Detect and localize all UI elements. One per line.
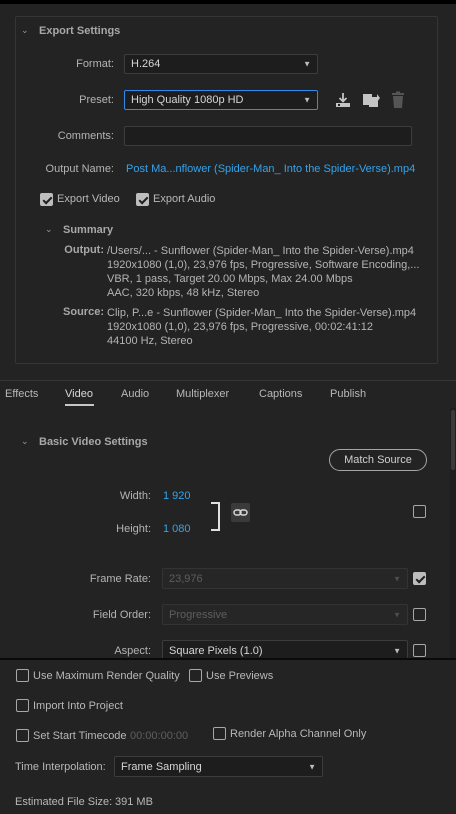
chevron-down-icon: ▼ bbox=[308, 762, 316, 771]
height-value[interactable]: 1 080 bbox=[163, 523, 191, 535]
chevron-down-icon: ▼ bbox=[303, 95, 311, 105]
output-name-link[interactable]: Post Ma...nflower (Spider-Man_ Into the … bbox=[126, 163, 415, 175]
estimated-file-size-label: Estimated File Size: bbox=[15, 796, 113, 808]
source-line: Clip, P...e - Sunflower (Spider-Man_ Int… bbox=[107, 307, 417, 319]
format-label: Format: bbox=[76, 58, 114, 70]
preset-label: Preset: bbox=[79, 94, 114, 106]
width-label: Width: bbox=[119, 490, 151, 502]
frame-rate-value: 23,976 bbox=[169, 572, 203, 585]
tab-publish[interactable]: Publish bbox=[330, 388, 366, 400]
aspect-label: Aspect: bbox=[114, 645, 151, 657]
render-alpha-checkbox[interactable] bbox=[213, 727, 226, 740]
active-tab-indicator bbox=[65, 404, 94, 406]
source-line: 1920x1080 (1,0), 23,976 fps, Progressive… bbox=[107, 321, 374, 333]
link-icon bbox=[233, 509, 248, 516]
chevron-down-icon[interactable]: ⌄ bbox=[45, 224, 53, 235]
scrollbar-thumb[interactable] bbox=[451, 410, 455, 470]
preset-value: High Quality 1080p HD bbox=[131, 94, 244, 106]
preset-dropdown[interactable]: High Quality 1080p HD ▼ bbox=[124, 90, 318, 110]
max-render-quality-label: Use Maximum Render Quality bbox=[33, 670, 180, 682]
import-into-project-label: Import Into Project bbox=[33, 700, 123, 712]
output-line: 1920x1080 (1,0), 23,976 fps, Progressive… bbox=[107, 259, 420, 271]
top-window-edge bbox=[0, 0, 456, 4]
use-previews-label: Use Previews bbox=[206, 670, 274, 682]
aspect-value: Square Pixels (1.0) bbox=[169, 644, 263, 657]
output-line: /Users/... - Sunflower (Spider-Man_ Into… bbox=[107, 245, 414, 257]
chevron-down-icon: ▼ bbox=[393, 610, 401, 619]
match-source-label: Match Source bbox=[344, 454, 412, 466]
tabbar-divider bbox=[0, 380, 456, 381]
field-order-value: Progressive bbox=[169, 608, 228, 621]
output-summary-label: Output: bbox=[64, 244, 104, 256]
chevron-down-icon: ▼ bbox=[303, 59, 311, 69]
tab-video[interactable]: Video bbox=[65, 388, 93, 400]
width-value[interactable]: 1 920 bbox=[163, 490, 191, 502]
comments-input[interactable] bbox=[124, 126, 412, 146]
basic-video-settings-title: Basic Video Settings bbox=[39, 436, 148, 448]
constrain-bracket bbox=[211, 502, 220, 531]
field-order-checkbox[interactable] bbox=[413, 608, 426, 621]
frame-rate-checkbox[interactable] bbox=[413, 572, 426, 585]
chevron-down-icon: ▼ bbox=[393, 646, 401, 655]
save-preset-icon[interactable] bbox=[334, 91, 352, 109]
chevron-down-icon[interactable]: ⌄ bbox=[21, 436, 29, 447]
tab-multiplexer[interactable]: Multiplexer bbox=[176, 388, 229, 400]
dimension-override-checkbox[interactable] bbox=[413, 505, 426, 518]
comments-label: Comments: bbox=[57, 130, 114, 142]
output-line: VBR, 1 pass, Target 20.00 Mbps, Max 24.0… bbox=[107, 273, 353, 285]
source-summary-label: Source: bbox=[63, 306, 104, 318]
chevron-down-icon[interactable]: ⌄ bbox=[21, 25, 29, 36]
aspect-checkbox[interactable] bbox=[413, 644, 426, 657]
export-settings-title: Export Settings bbox=[39, 25, 121, 37]
delete-preset-icon[interactable] bbox=[389, 91, 407, 109]
summary-title: Summary bbox=[63, 224, 114, 236]
field-order-dropdown[interactable]: Progressive ▼ bbox=[162, 604, 408, 625]
tab-effects[interactable]: Effects bbox=[5, 388, 38, 400]
source-line: 44100 Hz, Stereo bbox=[107, 335, 193, 347]
match-source-button[interactable]: Match Source bbox=[329, 449, 427, 471]
height-label: Height: bbox=[116, 523, 151, 535]
output-summary: /Users/... - Sunflower (Spider-Man_ Into… bbox=[107, 244, 419, 300]
max-render-quality-checkbox[interactable] bbox=[16, 669, 29, 682]
link-dimensions-button[interactable] bbox=[231, 503, 250, 522]
start-timecode-value[interactable]: 00:00:00:00 bbox=[130, 730, 188, 742]
estimated-file-size-value: 391 MB bbox=[115, 796, 153, 808]
import-preset-icon[interactable] bbox=[361, 91, 381, 109]
chevron-down-icon: ▼ bbox=[393, 574, 401, 583]
export-audio-checkbox[interactable] bbox=[136, 193, 149, 206]
output-line: AAC, 320 kbps, 48 kHz, Stereo bbox=[107, 287, 260, 299]
source-summary: Clip, P...e - Sunflower (Spider-Man_ Int… bbox=[107, 306, 416, 348]
field-order-label: Field Order: bbox=[92, 609, 151, 621]
use-previews-checkbox[interactable] bbox=[189, 669, 202, 682]
time-interpolation-value: Frame Sampling bbox=[121, 760, 202, 773]
import-into-project-checkbox[interactable] bbox=[16, 699, 29, 712]
format-value: H.264 bbox=[131, 58, 161, 70]
frame-rate-dropdown[interactable]: 23,976 ▼ bbox=[162, 568, 408, 589]
format-dropdown[interactable]: H.264 ▼ bbox=[124, 54, 318, 74]
tab-captions[interactable]: Captions bbox=[259, 388, 302, 400]
output-name-label: Output Name: bbox=[45, 163, 114, 175]
tab-audio[interactable]: Audio bbox=[121, 388, 149, 400]
export-video-checkbox[interactable] bbox=[40, 193, 53, 206]
render-alpha-label: Render Alpha Channel Only bbox=[230, 728, 367, 740]
time-interpolation-label: Time Interpolation: bbox=[15, 761, 106, 773]
set-start-timecode-label: Set Start Timecode bbox=[33, 730, 127, 742]
export-audio-label: Export Audio bbox=[153, 193, 216, 205]
set-start-timecode-checkbox[interactable] bbox=[16, 729, 29, 742]
time-interpolation-dropdown[interactable]: Frame Sampling ▼ bbox=[114, 756, 323, 777]
export-video-label: Export Video bbox=[57, 193, 120, 205]
frame-rate-label: Frame Rate: bbox=[89, 573, 151, 585]
